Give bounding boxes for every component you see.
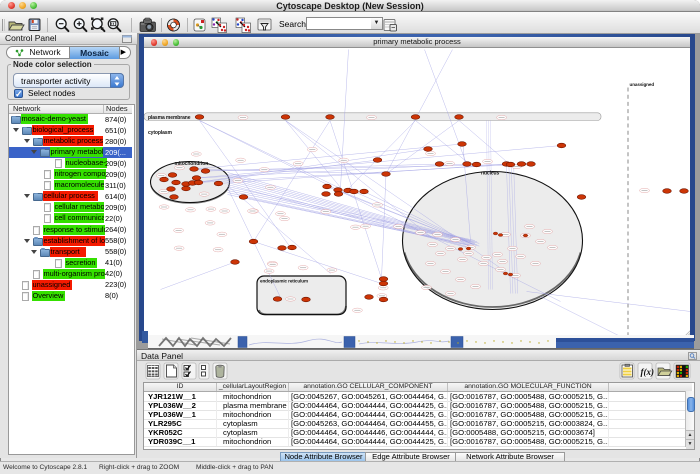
svg-text:unassigned: unassigned xyxy=(630,82,655,87)
svg-text:endoplasmic reticulum: endoplasmic reticulum xyxy=(260,278,308,283)
svg-text:nucleus: nucleus xyxy=(481,170,500,176)
svg-text:cytoplasm: cytoplasm xyxy=(148,130,172,136)
svg-text:mitochondrion: mitochondrion xyxy=(175,161,209,167)
svg-text:plasma membrane: plasma membrane xyxy=(148,115,191,121)
svg-text:f(x): f(x) xyxy=(641,367,655,377)
